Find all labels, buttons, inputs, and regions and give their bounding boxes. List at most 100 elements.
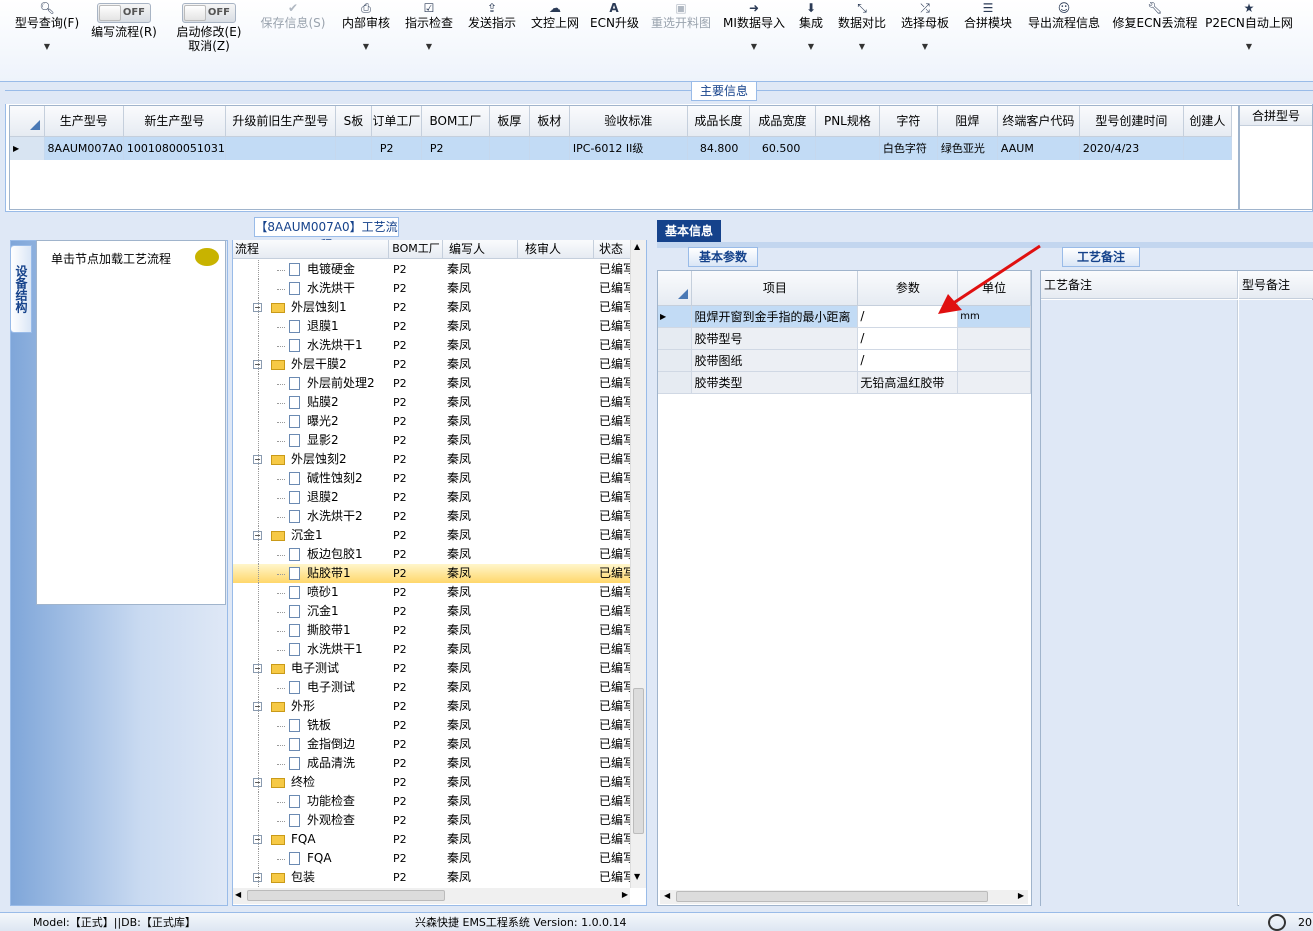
- scrollbar-thumb[interactable]: [633, 688, 644, 834]
- tree-node[interactable]: − 外形 P2 秦凤 已编写: [233, 697, 630, 716]
- start-modify-toggle[interactable]: OFF 启动修改(E) 取消(Z): [172, 0, 246, 80]
- tree-node[interactable]: FQA P2 秦凤 已编写: [233, 849, 630, 868]
- table-row[interactable]: 胶带图纸 /: [658, 349, 1031, 372]
- tree-node[interactable]: 水洗烘干2 P2 秦凤 已编写: [233, 507, 630, 526]
- model-query-button[interactable]: 🔍︎ 型号查询(F) ▼: [8, 0, 86, 80]
- ecn-upgrade-button[interactable]: A ECN升级: [590, 0, 639, 80]
- row-selector-header[interactable]: [658, 271, 693, 306]
- tree-node[interactable]: 沉金1 P2 秦凤 已编写: [233, 602, 630, 621]
- column-header[interactable]: 板厚: [489, 106, 530, 137]
- reselect-cutting-image-button[interactable]: ▣ 重选开料图: [648, 0, 714, 80]
- row-selector[interactable]: [658, 371, 693, 394]
- instruction-check-button[interactable]: ☑ 指示检查 ▼: [401, 0, 457, 80]
- param-value-input[interactable]: /: [857, 327, 959, 350]
- scrollbar-thumb[interactable]: [676, 891, 988, 902]
- main-info-grid[interactable]: 生产型号 新生产型号 升级前旧生产型号 S板 订单工厂 BOM工厂 板厚 板材 …: [9, 105, 1239, 210]
- scrollbar-thumb[interactable]: [247, 890, 445, 901]
- table-cell[interactable]: 2020/4/23: [1079, 136, 1184, 160]
- table-cell[interactable]: [335, 136, 372, 160]
- repair-ecn-flow-button[interactable]: 🔧︎ 修复ECN丢流程: [1112, 0, 1198, 80]
- tree-node[interactable]: 贴膜2 P2 秦凤 已编写: [233, 393, 630, 412]
- toggle-switch[interactable]: OFF: [182, 3, 236, 23]
- table-row[interactable]: 胶带型号 /: [658, 327, 1031, 350]
- mi-data-import-button[interactable]: ➜ MI数据导入 ▼: [722, 0, 786, 80]
- tree-node[interactable]: 外层前处理2 P2 秦凤 已编写: [233, 374, 630, 393]
- export-flow-info-button[interactable]: ☺ 导出流程信息: [1024, 0, 1104, 80]
- table-cell[interactable]: AAUM: [997, 136, 1080, 160]
- table-row[interactable]: ▶ 8AAUM007A0 10010800051031 P2 P2 IPC-60…: [10, 136, 1232, 160]
- column-header[interactable]: 编写人: [444, 240, 518, 258]
- tree-node[interactable]: − 电子测试 P2 秦凤 已编写: [233, 659, 630, 678]
- scroll-up-icon[interactable]: ▲: [634, 242, 640, 251]
- tree-node[interactable]: 铣板 P2 秦凤 已编写: [233, 716, 630, 735]
- tree-node[interactable]: 功能检查 P2 秦凤 已编写: [233, 792, 630, 811]
- toggle-switch[interactable]: OFF: [97, 3, 151, 23]
- tree-node[interactable]: 撕胶带1 P2 秦凤 已编写: [233, 621, 630, 640]
- table-cell[interactable]: [225, 136, 336, 160]
- tree-node[interactable]: 水洗烘干1 P2 秦凤 已编写: [233, 640, 630, 659]
- column-header[interactable]: BOM工厂: [390, 240, 443, 258]
- row-selector[interactable]: [658, 349, 693, 372]
- table-cell[interactable]: 60.500: [749, 136, 816, 160]
- column-header[interactable]: 项目: [691, 271, 859, 306]
- merge-module-button[interactable]: ☰ 合拼模块: [962, 0, 1014, 80]
- tree-node[interactable]: 退膜1 P2 秦凤 已编写: [233, 317, 630, 336]
- column-header[interactable]: 工艺备注: [1041, 271, 1238, 299]
- column-header[interactable]: 型号创建时间: [1079, 106, 1184, 137]
- process-tree[interactable]: 电镀硬金 P2 秦凤 已编写 水洗烘干 P2 秦凤 已编写 − 外层蚀刻1 P2 秦凤 已编写 退膜1 P2…: [233, 260, 630, 888]
- horizontal-scrollbar[interactable]: ◀ ▶: [233, 888, 630, 904]
- tree-node[interactable]: − 外层干膜2 P2 秦凤 已编写: [233, 355, 630, 374]
- column-header[interactable]: 型号备注: [1239, 271, 1313, 299]
- column-header[interactable]: PNL规格: [815, 106, 880, 137]
- column-header[interactable]: 字符: [879, 106, 938, 137]
- tree-node[interactable]: 贴胶带1 P2 秦凤 已编写: [233, 564, 630, 583]
- scroll-left-icon[interactable]: ◀: [235, 890, 241, 899]
- tab-basic-params[interactable]: 基本参数: [688, 247, 758, 267]
- column-header[interactable]: 成品长度: [687, 106, 750, 137]
- select-motherboard-button[interactable]: ⤮ 选择母板 ▼: [899, 0, 951, 80]
- table-cell[interactable]: [1183, 136, 1232, 160]
- table-cell[interactable]: P2: [371, 136, 422, 160]
- merged-model-header[interactable]: 合拼型号: [1240, 106, 1312, 126]
- tree-node[interactable]: 显影2 P2 秦凤 已编写: [233, 431, 630, 450]
- table-cell[interactable]: 绿色亚光: [937, 136, 998, 160]
- basic-params-grid[interactable]: 项目 参数 单位 ▶ 阻焊开窗到金手指的最小距离 / mm 胶带型号 / 胶带图…: [657, 270, 1032, 906]
- tab-process-notes[interactable]: 工艺备注: [1062, 247, 1140, 267]
- process-notes-grid[interactable]: 工艺备注 型号备注: [1040, 270, 1313, 906]
- column-header[interactable]: 状态: [595, 240, 630, 258]
- tree-node[interactable]: − 外层蚀刻2 P2 秦凤 已编写: [233, 450, 630, 469]
- table-cell[interactable]: 84.800: [687, 136, 750, 160]
- tree-node[interactable]: 水洗烘干1 P2 秦凤 已编写: [233, 336, 630, 355]
- column-header[interactable]: 阻焊: [937, 106, 998, 137]
- tree-node[interactable]: − FQA P2 秦凤 已编写: [233, 830, 630, 849]
- tree-node[interactable]: 电子测试 P2 秦凤 已编写: [233, 678, 630, 697]
- tree-node[interactable]: − 外层蚀刻1 P2 秦凤 已编写: [233, 298, 630, 317]
- row-selector[interactable]: [658, 327, 693, 350]
- tree-node[interactable]: 电镀硬金 P2 秦凤 已编写: [233, 260, 630, 279]
- write-flow-toggle[interactable]: OFF 编写流程(R): [88, 0, 160, 80]
- data-compare-button[interactable]: ⤡ 数据对比 ▼: [836, 0, 888, 80]
- column-header[interactable]: 终端客户代码: [997, 106, 1080, 137]
- tab-basic-info[interactable]: 基本信息: [657, 220, 721, 242]
- column-header[interactable]: 验收标准: [569, 106, 688, 137]
- row-selector[interactable]: ▶: [658, 305, 693, 328]
- process-notes-body[interactable]: [1041, 300, 1238, 906]
- tree-node[interactable]: 外观检查 P2 秦凤 已编写: [233, 811, 630, 830]
- horizontal-scrollbar[interactable]: ◀ ▶: [660, 890, 1028, 904]
- row-selector[interactable]: ▶: [10, 136, 45, 160]
- column-header[interactable]: 核审人: [519, 240, 594, 258]
- scroll-left-icon[interactable]: ◀: [664, 891, 670, 900]
- column-header[interactable]: 流程: [233, 240, 389, 258]
- table-row[interactable]: 胶带类型 无铅高温红胶带: [658, 371, 1031, 394]
- tree-node[interactable]: 曝光2 P2 秦凤 已编写: [233, 412, 630, 431]
- tab-equipment-structure[interactable]: 设备结构: [10, 245, 32, 333]
- internal-review-button[interactable]: ⎙ 内部审核 ▼: [338, 0, 394, 80]
- scroll-right-icon[interactable]: ▶: [622, 890, 628, 899]
- integrate-button[interactable]: ⬇ 集成 ▼: [795, 0, 827, 80]
- table-cell[interactable]: IPC-6012 II级: [569, 136, 688, 160]
- table-cell[interactable]: 10010800051031: [123, 136, 226, 160]
- tree-node[interactable]: 成品清洗 P2 秦凤 已编写: [233, 754, 630, 773]
- tree-node[interactable]: − 包装 P2 秦凤 已编写: [233, 868, 630, 887]
- scroll-down-icon[interactable]: ▼: [634, 872, 640, 881]
- column-header[interactable]: 新生产型号: [123, 106, 226, 137]
